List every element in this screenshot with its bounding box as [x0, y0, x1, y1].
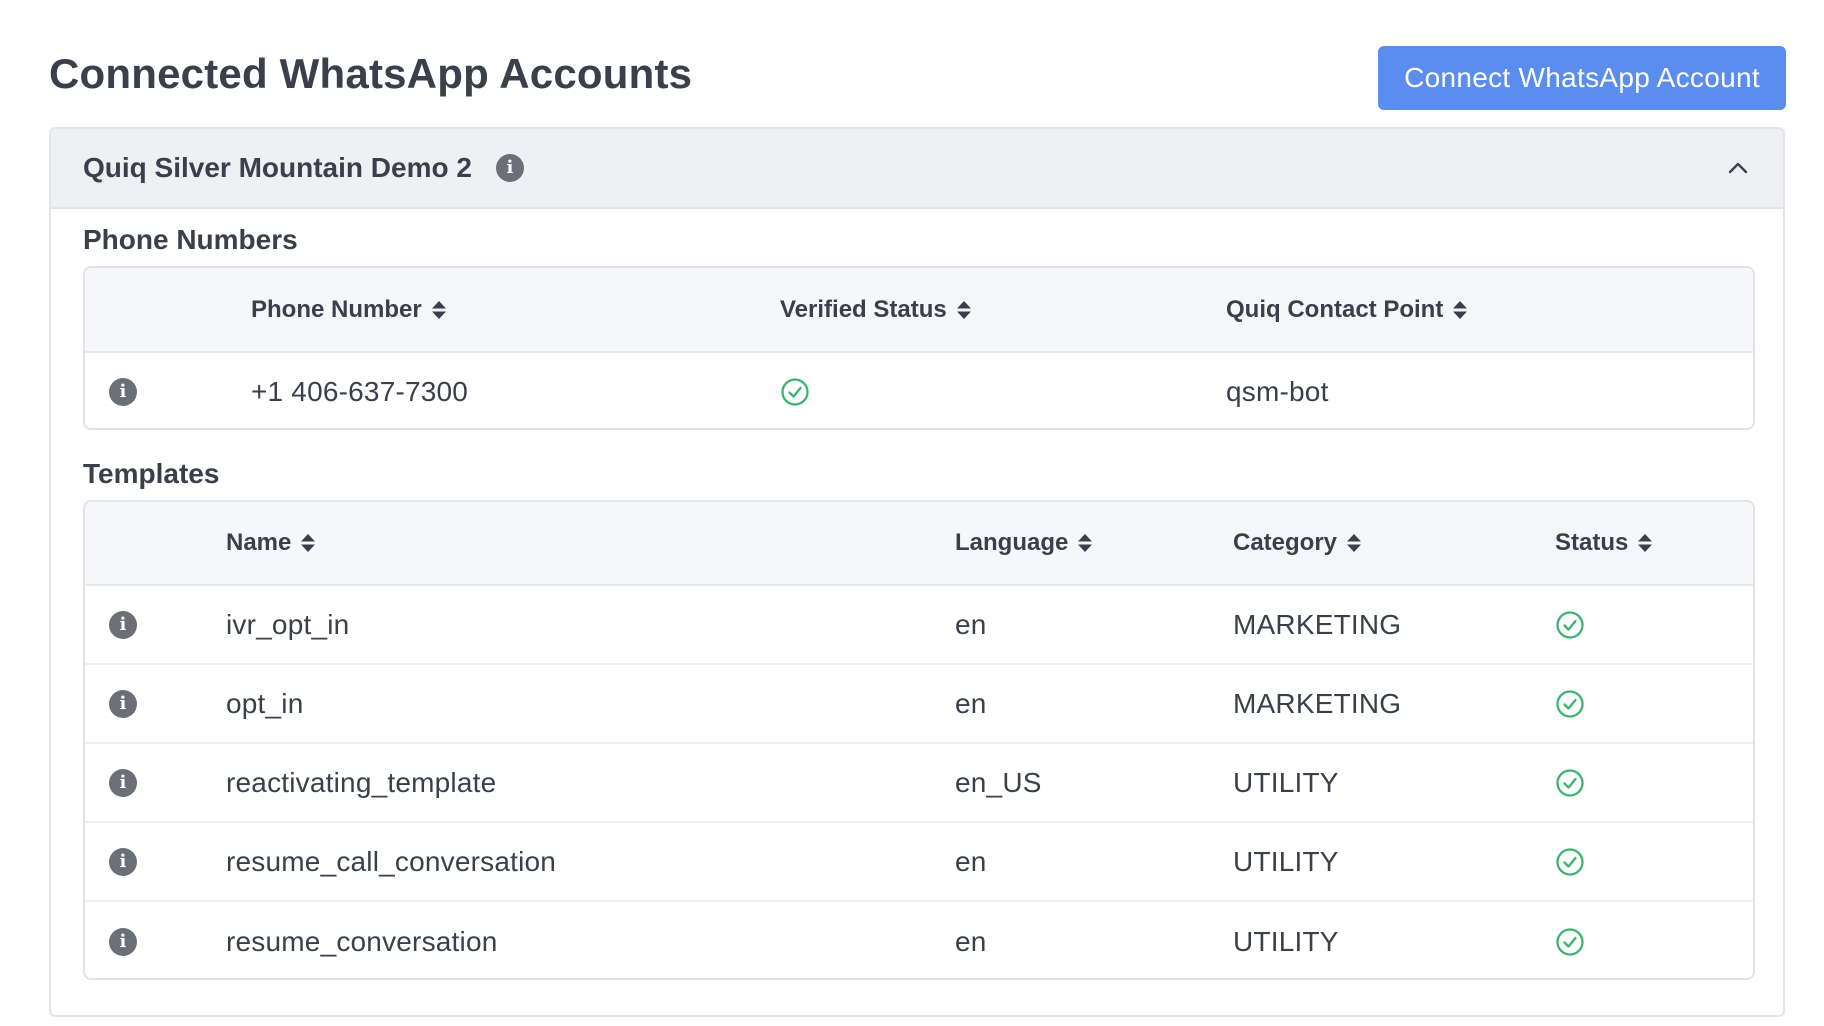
- table-row: i resume_conversation en UTILITY: [85, 902, 1753, 978]
- phone-numbers-table: Phone Number Verified Status Quiq Contac…: [83, 266, 1755, 430]
- template-language-cell: en: [955, 925, 987, 957]
- template-language-cell: en: [955, 687, 987, 719]
- template-name-cell: resume_call_conversation: [226, 845, 557, 877]
- info-icon[interactable]: i: [109, 377, 137, 406]
- account-header[interactable]: Quiq Silver Mountain Demo 2 i: [51, 129, 1783, 209]
- phone-number-cell: +1 406-637-7300: [251, 375, 469, 407]
- table-row: i ivr_opt_in en MARKETING: [85, 586, 1753, 665]
- column-header-verified-status[interactable]: Verified Status: [780, 268, 972, 351]
- info-icon[interactable]: i: [495, 154, 524, 182]
- column-header-language[interactable]: Language: [955, 502, 1093, 584]
- template-name-cell: ivr_opt_in: [226, 608, 350, 640]
- template-language-cell: en_US: [955, 766, 1042, 798]
- phone-numbers-title: Phone Numbers: [83, 224, 298, 255]
- table-row: i +1 406-637-7300 qsm-bot: [85, 353, 1753, 428]
- table-row: i reactivating_template en_US UTILITY: [85, 744, 1753, 823]
- connect-whatsapp-account-button[interactable]: Connect WhatsApp Account: [1378, 46, 1786, 110]
- sort-icon: [1638, 534, 1653, 552]
- template-category-cell: UTILITY: [1233, 925, 1339, 957]
- templates-table-header: Name Language Category Status: [85, 502, 1753, 586]
- template-name-cell: resume_conversation: [226, 925, 498, 957]
- phone-numbers-table-header: Phone Number Verified Status Quiq Contac…: [85, 268, 1753, 353]
- column-header-phone-number[interactable]: Phone Number: [251, 268, 447, 351]
- info-icon[interactable]: i: [109, 847, 137, 876]
- templates-table: Name Language Category Status i ivr_opt_…: [83, 500, 1755, 980]
- template-category-cell: MARKETING: [1233, 608, 1402, 640]
- account-name: Quiq Silver Mountain Demo 2: [83, 152, 472, 183]
- info-icon[interactable]: i: [109, 610, 137, 639]
- template-language-cell: en: [955, 608, 987, 640]
- template-category-cell: UTILITY: [1233, 766, 1339, 798]
- info-icon[interactable]: i: [109, 689, 137, 718]
- info-icon[interactable]: i: [109, 927, 137, 956]
- column-header-category[interactable]: Category: [1233, 502, 1362, 584]
- page-title: Connected WhatsApp Accounts: [49, 50, 693, 97]
- info-icon[interactable]: i: [109, 768, 137, 797]
- templates-title: Templates: [83, 458, 220, 489]
- template-name-cell: opt_in: [226, 687, 304, 719]
- sort-icon: [1078, 534, 1093, 552]
- column-header-status[interactable]: Status: [1555, 502, 1653, 584]
- check-circle-icon: [1556, 768, 1584, 797]
- template-category-cell: MARKETING: [1233, 687, 1402, 719]
- sort-icon: [301, 534, 316, 552]
- column-header-quiq-contact-point[interactable]: Quiq Contact Point: [1226, 268, 1468, 351]
- sort-icon: [431, 300, 446, 319]
- template-name-cell: reactivating_template: [226, 766, 497, 798]
- table-row: i resume_call_conversation en UTILITY: [85, 823, 1753, 902]
- chevron-up-icon[interactable]: [1727, 157, 1749, 179]
- table-row: i opt_in en MARKETING: [85, 665, 1753, 744]
- template-category-cell: UTILITY: [1233, 845, 1339, 877]
- check-circle-icon: [1556, 689, 1584, 718]
- check-circle-icon: [1556, 927, 1584, 956]
- contact-point-cell: qsm-bot: [1226, 375, 1329, 407]
- check-circle-icon: [1556, 610, 1584, 639]
- sort-icon: [1347, 534, 1362, 552]
- whatsapp-accounts-page: Connected WhatsApp Accounts Connect What…: [0, 0, 1824, 1026]
- template-language-cell: en: [955, 845, 987, 877]
- check-circle-icon: [1556, 847, 1584, 876]
- account-card: Quiq Silver Mountain Demo 2 i Phone Numb…: [49, 127, 1785, 1017]
- sort-icon: [1453, 300, 1468, 319]
- sort-icon: [956, 300, 971, 319]
- column-header-name[interactable]: Name: [226, 502, 316, 584]
- check-circle-icon: [781, 377, 809, 406]
